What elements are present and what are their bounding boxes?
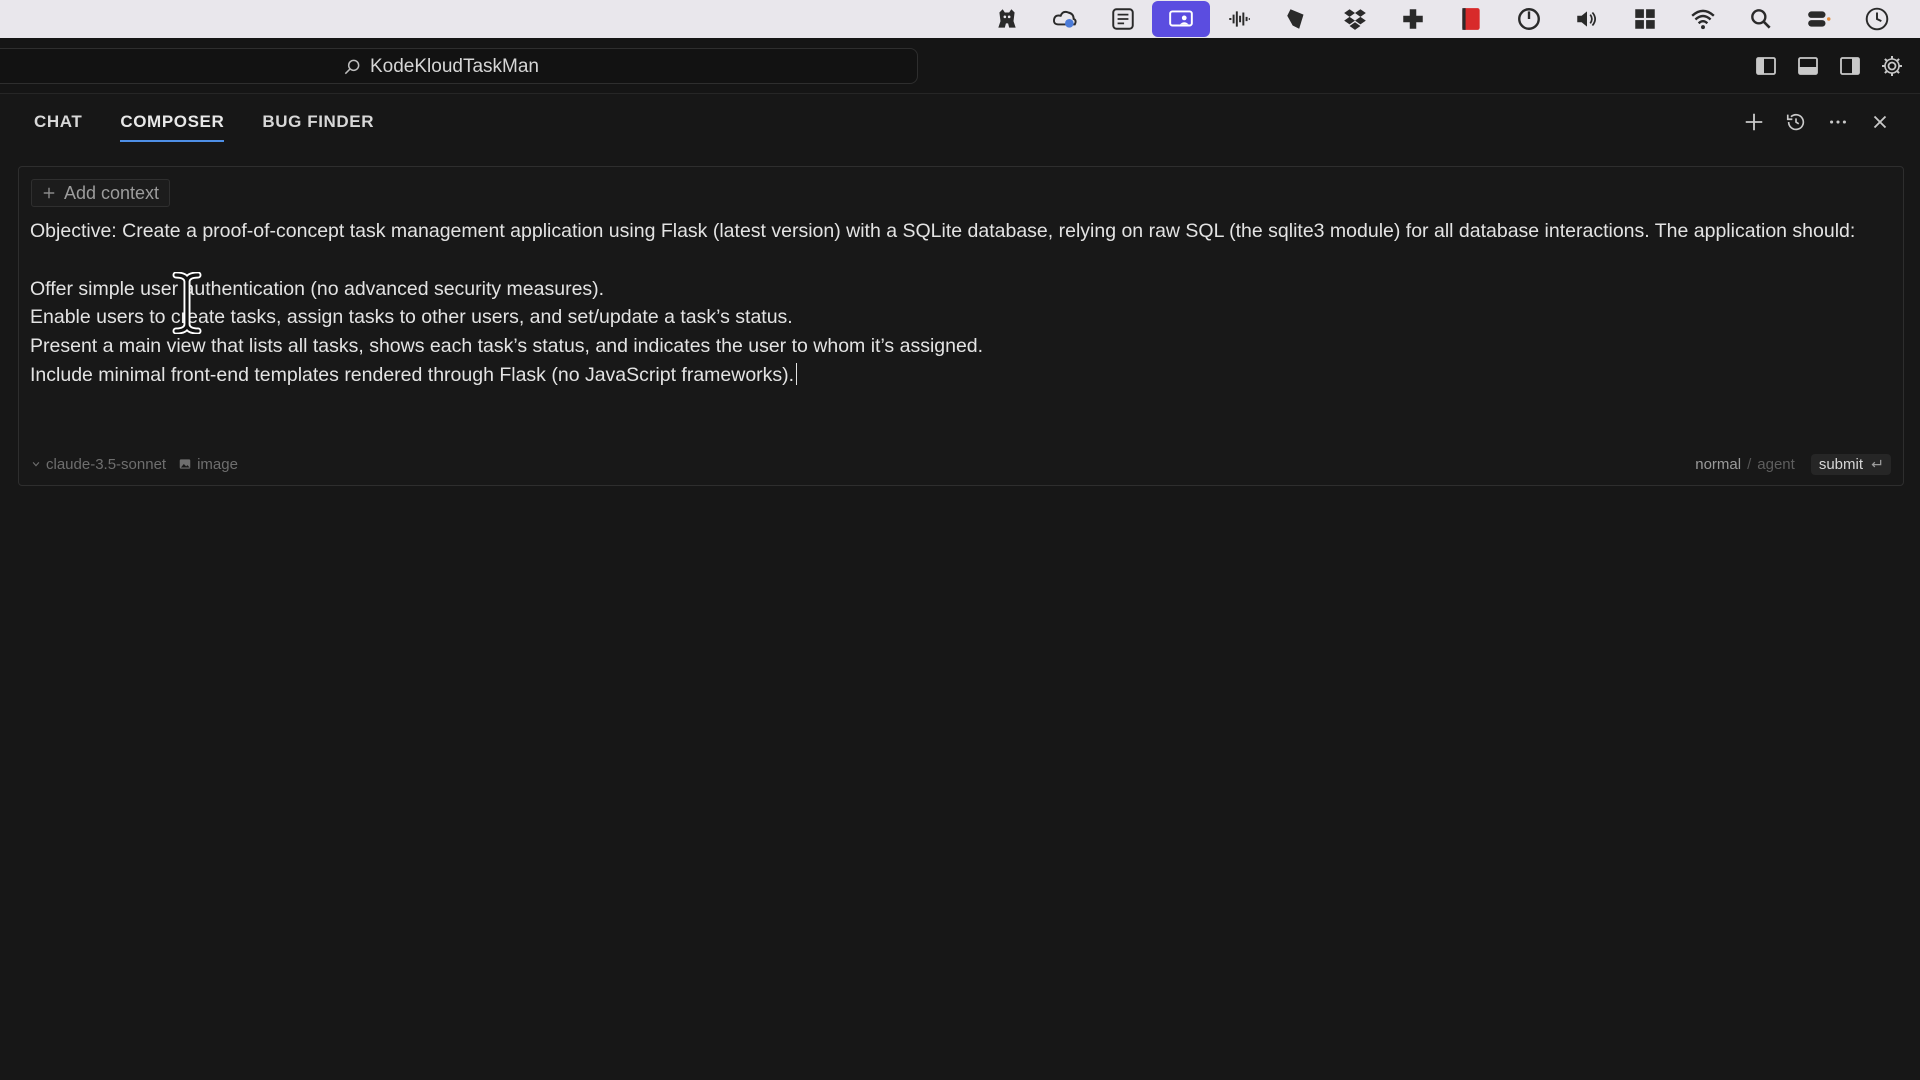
toggle-panel-icon[interactable] [1794, 52, 1822, 80]
mode-normal[interactable]: normal [1695, 456, 1741, 473]
command-search-bar[interactable]: KodeKloudTaskMan [0, 48, 918, 84]
footer-left: claude-3.5-sonnet image [31, 456, 238, 473]
enter-key-icon [1871, 459, 1882, 468]
settings-gear-icon[interactable] [1878, 52, 1906, 80]
volume-icon[interactable] [1558, 0, 1616, 38]
scanner-icon[interactable] [1094, 0, 1152, 38]
cloud-sync-icon[interactable] [1036, 0, 1094, 38]
composer-footer: claude-3.5-sonnet image normal / agent s… [31, 453, 1891, 475]
grid-icon[interactable] [1616, 0, 1674, 38]
record-icon[interactable] [1442, 0, 1500, 38]
composer-tabs: CHAT COMPOSER BUG FINDER [34, 112, 374, 142]
submit-label: submit [1818, 455, 1863, 473]
prompt-line-last: Include minimal front-end templates rend… [30, 361, 1892, 390]
toggle-primary-sidebar-icon[interactable] [1752, 52, 1780, 80]
clock-icon[interactable] [1848, 0, 1906, 38]
image-icon [179, 459, 191, 469]
tab-chat[interactable]: CHAT [34, 112, 82, 142]
dropbox-icon[interactable] [1326, 0, 1384, 38]
prompt-line-blank [30, 246, 1892, 275]
control-center-icon[interactable] [1790, 0, 1848, 38]
add-context-label: Add context [64, 182, 160, 203]
status-tray [978, 0, 1906, 38]
wifi-icon[interactable] [1674, 0, 1732, 38]
bear-icon[interactable] [978, 0, 1036, 38]
workspace-name: KodeKloudTaskMan [370, 56, 539, 77]
search-icon [344, 59, 360, 75]
close-icon[interactable] [1868, 110, 1892, 134]
attach-image-button[interactable]: image [178, 456, 238, 473]
mode-separator: / [1747, 455, 1752, 473]
prompt-line: Enable users to create tasks, assign tas… [30, 306, 793, 329]
plus-icon [43, 187, 55, 199]
prompt-line: Offer simple user authentication (no adv… [30, 277, 605, 300]
spotlight-search-icon[interactable] [1732, 0, 1790, 38]
mode-agent[interactable]: agent [1757, 456, 1795, 473]
composer-panel: Add context Objective: Create a proof-of… [18, 166, 1904, 486]
audio-waveform-icon[interactable] [1210, 0, 1268, 38]
more-options-icon[interactable] [1826, 110, 1850, 134]
plus-cross-icon[interactable] [1384, 0, 1442, 38]
tab-actions [1742, 110, 1892, 134]
prompt-line: Objective: Create a proof-of-concept tas… [30, 220, 1856, 242]
new-composer-icon[interactable] [1742, 110, 1766, 134]
toggle-secondary-sidebar-icon[interactable] [1836, 52, 1864, 80]
submit-button[interactable]: submit [1810, 453, 1891, 475]
pen-icon[interactable] [1268, 0, 1326, 38]
layout-controls [1752, 52, 1906, 80]
power-icon[interactable] [1500, 0, 1558, 38]
model-name: claude-3.5-sonnet [46, 455, 167, 473]
prompt-input[interactable]: Objective: Create a proof-of-concept tas… [30, 217, 1892, 390]
search-content: KodeKloudTaskMan [342, 56, 539, 78]
title-bar: KodeKloudTaskMan [0, 38, 1920, 94]
add-context-button[interactable]: Add context [31, 179, 171, 207]
prompt-line-text: Include minimal front-end templates rend… [30, 363, 795, 386]
footer-right: normal / agent submit [1695, 453, 1891, 475]
model-selector[interactable]: claude-3.5-sonnet [31, 456, 166, 473]
text-caret [796, 362, 798, 385]
history-icon[interactable] [1784, 110, 1808, 134]
tab-composer[interactable]: COMPOSER [120, 112, 225, 142]
image-label: image [197, 455, 238, 473]
menu-bar [0, 0, 1920, 38]
screen-share-icon[interactable] [1152, 1, 1210, 37]
tab-bug-finder[interactable]: BUG FINDER [262, 112, 374, 142]
prompt-line: Present a main view that lists all tasks… [30, 335, 984, 358]
chevron-down-icon [32, 461, 40, 467]
